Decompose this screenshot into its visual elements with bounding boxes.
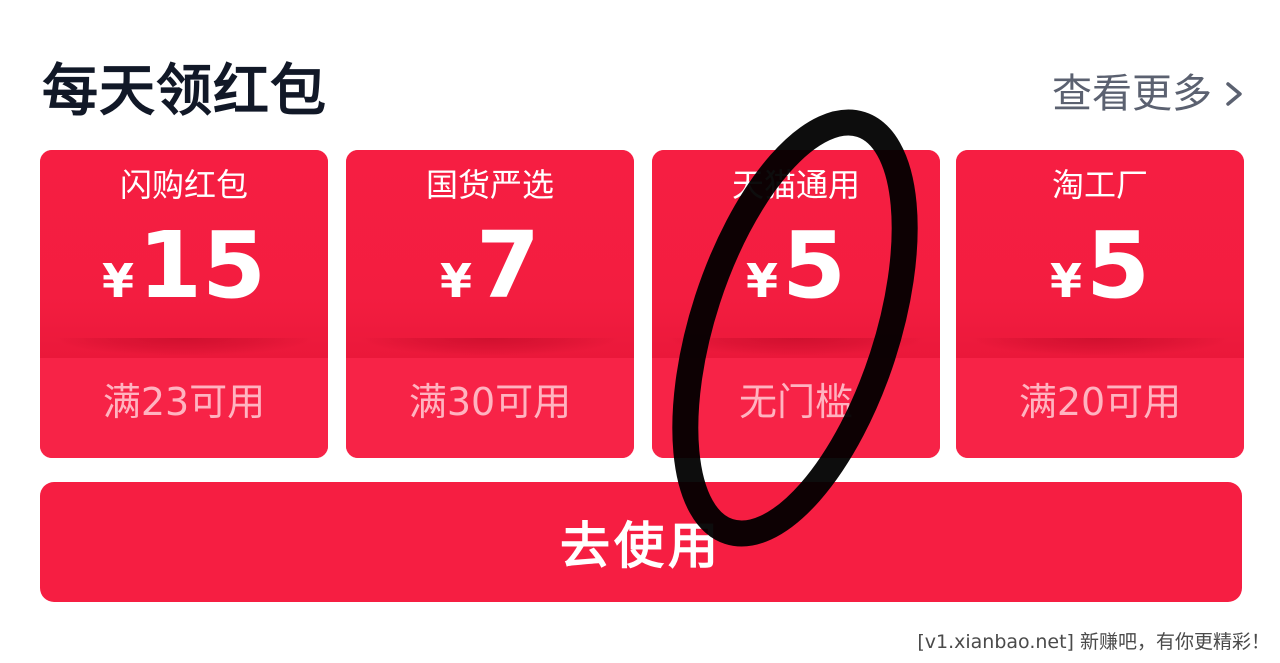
chevron-right-icon — [1226, 82, 1242, 106]
coupon-value: 15 — [137, 212, 267, 319]
coupon-name: 闪购红包 — [119, 166, 248, 204]
coupon-condition: 满23可用 — [102, 380, 266, 424]
section-header: 每天领红包 查看更多 — [42, 56, 1248, 136]
coupon-amount: ¥15 — [40, 214, 328, 318]
coupon-amount: ¥5 — [956, 214, 1244, 318]
red-packet-page: 每天领红包 查看更多 闪购红包 ¥15 满23可用 国货严选 ¥7 满30可用 … — [0, 0, 1280, 663]
coupon-value: 7 — [476, 212, 541, 319]
currency-symbol: ¥ — [745, 254, 778, 308]
coupon-name: 淘工厂 — [1051, 166, 1148, 204]
section-title: 每天领红包 — [42, 59, 327, 124]
coupon-condition: 满30可用 — [408, 380, 572, 424]
watermark-text: [v1.xianbao.net] 新赚吧，有你更精彩！ — [917, 631, 1270, 653]
coupon-card-taogongchang[interactable]: 淘工厂 ¥5 满20可用 — [956, 150, 1244, 458]
coupon-amount: ¥7 — [346, 214, 634, 318]
coupon-card-domestic-select[interactable]: 国货严选 ¥7 满30可用 — [346, 150, 634, 458]
coupon-name: 国货严选 — [425, 166, 554, 204]
currency-symbol: ¥ — [439, 254, 472, 308]
coupon-list: 闪购红包 ¥15 满23可用 国货严选 ¥7 满30可用 天猫通用 ¥5 无门槛 — [40, 150, 1244, 458]
coupon-card-tmall-general[interactable]: 天猫通用 ¥5 无门槛 — [652, 150, 940, 458]
coupon-value: 5 — [782, 212, 847, 319]
coupon-value: 5 — [1086, 212, 1151, 319]
coupon-card-flash-sale[interactable]: 闪购红包 ¥15 满23可用 — [40, 150, 328, 458]
coupon-condition: 满20可用 — [1018, 380, 1182, 424]
view-more-label: 查看更多 — [1052, 71, 1212, 117]
currency-symbol: ¥ — [1049, 254, 1082, 308]
coupon-amount: ¥5 — [652, 214, 940, 318]
use-now-button[interactable]: 去使用 — [40, 482, 1242, 602]
view-more-link[interactable]: 查看更多 — [1052, 66, 1248, 122]
coupon-name: 天猫通用 — [731, 166, 860, 204]
coupon-condition: 无门槛 — [738, 380, 853, 424]
currency-symbol: ¥ — [101, 254, 134, 308]
